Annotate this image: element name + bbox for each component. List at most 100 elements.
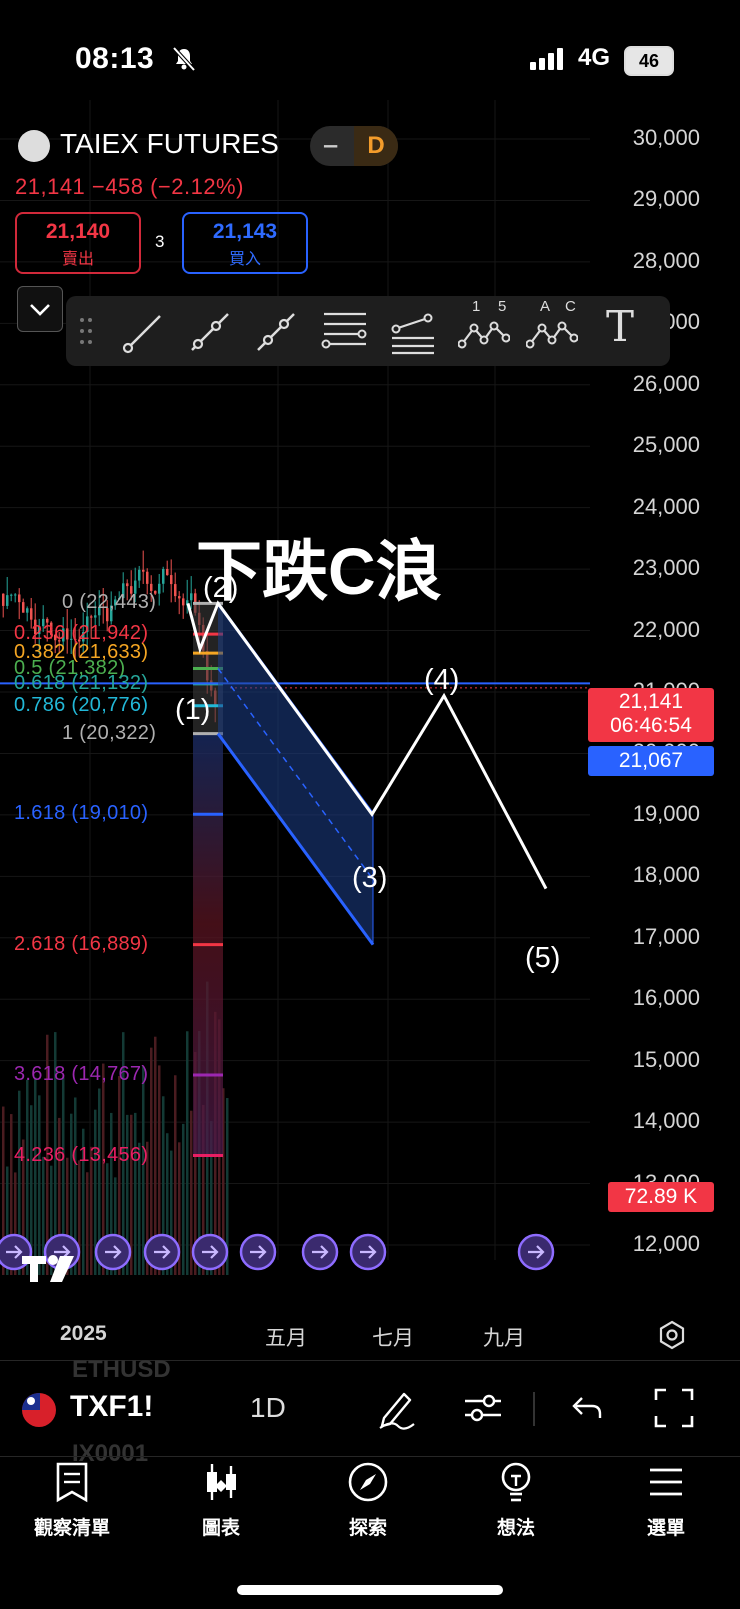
candle [22, 602, 25, 613]
fib-level-label: 2.618 (16,889) [14, 932, 149, 955]
price-axis-label: 16,000 [632, 985, 700, 1011]
candle [178, 596, 181, 599]
symbol-logo [18, 130, 50, 162]
price-axis-label: 14,000 [632, 1108, 700, 1134]
indicator-settings-icon[interactable] [463, 1388, 503, 1428]
price-axis-label: 18,000 [632, 862, 700, 888]
nav-label: 圖表 [201, 1518, 240, 1539]
price-axis-label: 23,000 [632, 555, 700, 581]
volume-bar [38, 1095, 41, 1275]
channel-fill [218, 603, 373, 945]
nav-label: 探索 [348, 1518, 387, 1539]
chevron-down-icon [30, 304, 50, 316]
fullscreen-icon[interactable] [654, 1388, 694, 1428]
pen-icon[interactable] [374, 1386, 418, 1430]
elliott-wave-icon[interactable] [458, 316, 510, 356]
undo-icon[interactable] [568, 1392, 604, 1424]
wave-label-2: (2) [203, 572, 239, 604]
abc-letter-c: C [565, 298, 576, 315]
candle [90, 616, 93, 618]
nav-explore[interactable]: 探索 [308, 1460, 428, 1540]
wave-label-4: (4) [424, 664, 460, 696]
divider [0, 1456, 740, 1457]
fib-level-label: 0.786 (20,776) [14, 693, 149, 716]
fib-level-label: 3.618 (14,767) [14, 1062, 149, 1085]
candle [146, 571, 149, 584]
nav-chart[interactable]: 圖表 [161, 1460, 281, 1540]
buy-button[interactable]: 21,143 買入 [182, 212, 308, 274]
trend-line-icon[interactable] [120, 306, 168, 356]
volume-bar [34, 1077, 37, 1275]
compass-icon [348, 1462, 388, 1502]
interval-toggle[interactable]: ‒ D [310, 126, 398, 166]
candle [174, 584, 177, 597]
candle [158, 583, 161, 594]
volume-bar [182, 1123, 185, 1275]
sell-price: 21,140 [45, 220, 111, 243]
volume-bar [142, 1066, 145, 1275]
candle [26, 608, 29, 613]
volume-bar [134, 1112, 137, 1275]
wave-label-1: (1) [175, 694, 211, 726]
interval-badge[interactable]: D [354, 126, 398, 166]
fib-retracement-icon[interactable] [388, 306, 438, 356]
candle [150, 583, 153, 591]
nav-label: 選單 [646, 1518, 685, 1539]
nav-watchlist[interactable]: 觀察清單 [12, 1460, 132, 1540]
candle [138, 569, 141, 581]
volume-tag: 72.89 K [608, 1182, 714, 1212]
buy-label: 買入 [228, 251, 261, 268]
nav-label: 想法 [496, 1518, 535, 1539]
price-axis-label: 19,000 [632, 800, 700, 826]
candle [10, 594, 13, 596]
abc-correction-icon[interactable] [526, 316, 578, 356]
network-type: 4G [578, 44, 611, 71]
cellular-signal-icon [530, 48, 563, 70]
price-axis-label: 26,000 [632, 370, 700, 396]
price-axis-label: 15,000 [632, 1046, 700, 1072]
wave-label-5: (5) [525, 942, 561, 974]
taiwan-flag-icon [22, 1393, 56, 1427]
sell-label: 賣出 [61, 251, 94, 268]
home-indicator [237, 1585, 503, 1595]
candle [190, 593, 193, 601]
minus-icon[interactable]: ‒ [324, 132, 337, 160]
volume-bar [186, 1031, 189, 1275]
fib-level-label: 0 (22,443) [62, 591, 157, 614]
text-tool-icon[interactable]: T [606, 302, 634, 351]
candle [30, 608, 33, 620]
nav-menu[interactable]: 選單 [606, 1460, 726, 1540]
chart-icon [207, 1464, 236, 1500]
tradingview-logo [22, 1255, 74, 1282]
candle [126, 583, 129, 587]
price-axis-label: 25,000 [632, 432, 700, 458]
battery-indicator: 46 [624, 46, 674, 76]
parallel-lines-icon[interactable] [320, 306, 370, 356]
drag-handle-icon[interactable] [78, 314, 94, 348]
ray-icon[interactable] [186, 306, 234, 356]
candle [162, 569, 165, 584]
chart-settings-icon[interactable] [657, 1320, 687, 1350]
abc-letter-a: A [540, 298, 551, 315]
last-price-tag: 21,141 06:46:54 [588, 688, 714, 742]
ticker-symbol[interactable]: TXF1! [70, 1390, 153, 1424]
extended-line-icon[interactable] [252, 306, 300, 356]
candle [14, 594, 17, 596]
status-time: 08:13 [75, 42, 155, 75]
symbol-name[interactable]: TAIEX FUTURES [60, 128, 279, 160]
sell-button[interactable]: 21,140 賣出 [15, 212, 141, 274]
wave-label-3: (3) [352, 862, 388, 894]
price-change: 21,141 −458 (−2.12%) [15, 174, 244, 199]
candle [142, 569, 145, 572]
fib-level-label: 0.618 (21,132) [14, 671, 149, 694]
collapse-toolbar-button[interactable] [17, 286, 63, 332]
fib-level-label: 4.236 (13,456) [14, 1143, 149, 1166]
watchlist-icon [56, 1462, 88, 1503]
nav-ideas[interactable]: 想法 [456, 1460, 576, 1540]
candle [6, 595, 9, 606]
secondary-price-tag: 21,067 [588, 746, 714, 776]
drawing-toolbar: 1 5 A C T [66, 296, 670, 366]
price-axis-label: 17,000 [632, 923, 700, 949]
timeframe-selector[interactable]: 1D [250, 1392, 286, 1424]
countdown-timer: 06:46:54 [610, 714, 692, 737]
